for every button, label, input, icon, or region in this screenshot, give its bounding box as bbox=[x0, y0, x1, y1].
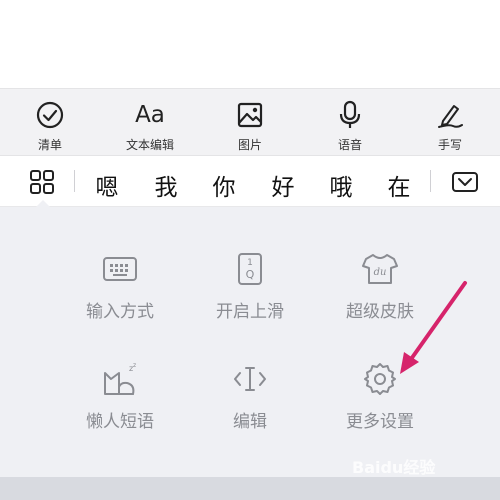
annotation-arrow bbox=[400, 281, 467, 374]
